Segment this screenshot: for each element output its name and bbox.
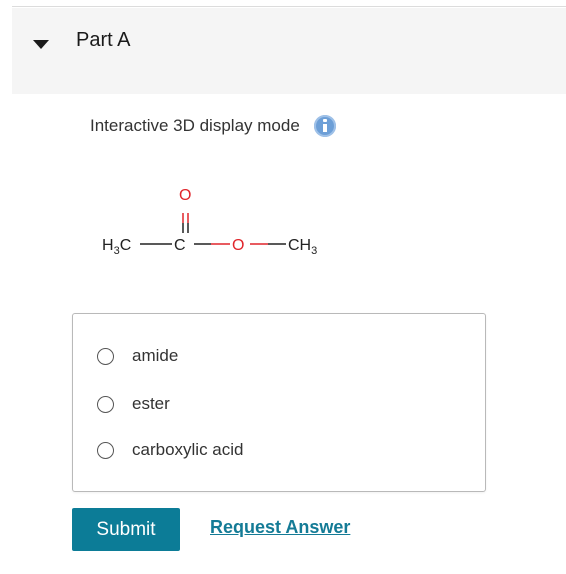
part-title: Part A [76, 29, 131, 51]
top-divider [12, 6, 566, 7]
display-mode-row: Interactive 3D display mode [90, 115, 336, 137]
radio-button[interactable] [97, 347, 114, 365]
request-answer-link[interactable]: Request Answer [210, 517, 350, 538]
radio-button[interactable] [97, 441, 114, 459]
display-mode-label: Interactive 3D display mode [90, 116, 300, 135]
option-label: ester [132, 394, 170, 413]
carbonyl-oxygen-label: O [179, 187, 191, 204]
submit-button[interactable]: Submit [72, 508, 180, 551]
molecule-structure: H3C C O O CH3 [102, 187, 317, 257]
answer-options: amide ester carboxylic acid [72, 313, 486, 492]
radio-button[interactable] [97, 395, 114, 413]
option-amide[interactable]: amide [97, 346, 178, 366]
ether-oxygen-label: O [232, 237, 244, 254]
part-header[interactable]: Part A [12, 8, 566, 94]
option-carboxylic-acid[interactable]: carboxylic acid [97, 440, 244, 460]
option-label: carboxylic acid [132, 440, 244, 459]
right-group-label: CH3 [288, 237, 317, 257]
option-label: amide [132, 346, 179, 365]
info-icon[interactable] [313, 115, 336, 137]
option-ester[interactable]: ester [97, 394, 170, 414]
caret-down-icon[interactable] [33, 40, 49, 49]
left-group-label: H3C [102, 237, 131, 257]
carbonyl-carbon-label: C [174, 237, 186, 254]
